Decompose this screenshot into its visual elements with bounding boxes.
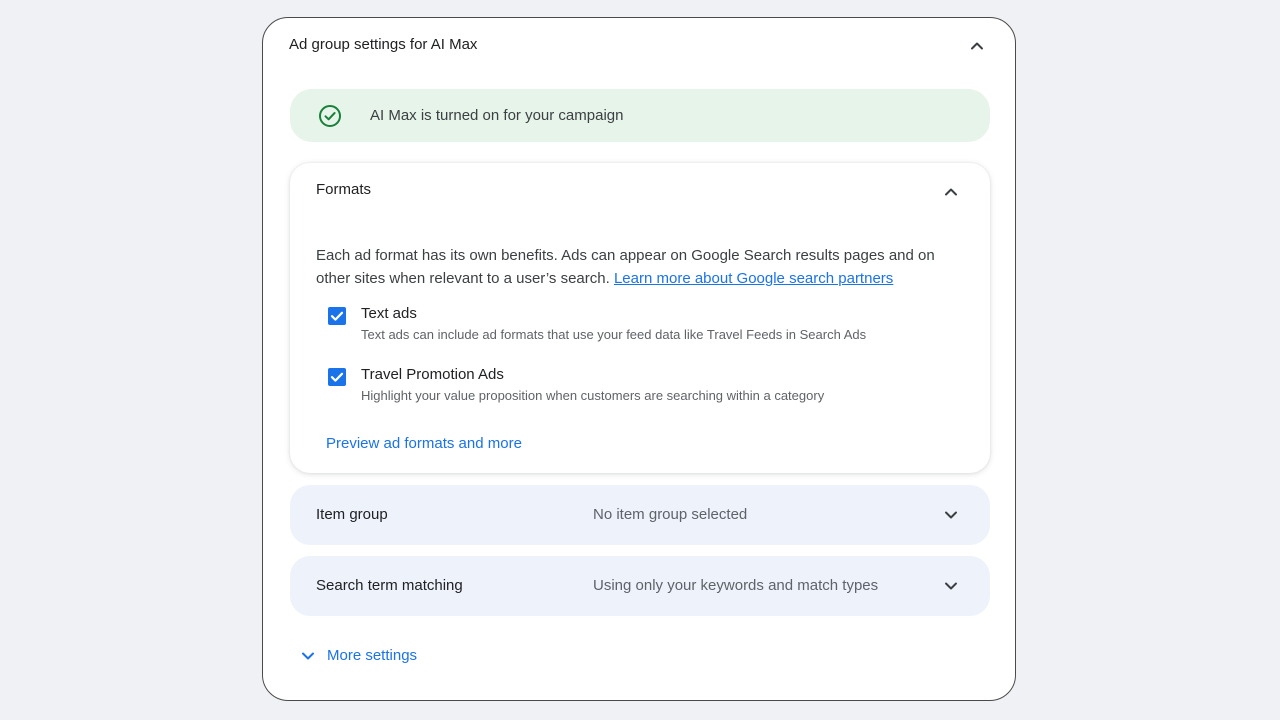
- chevron-down-icon[interactable]: [942, 506, 960, 524]
- formats-description: Each ad format has its own benefits. Ads…: [316, 244, 966, 290]
- formats-title: Formats: [316, 181, 372, 198]
- option-description: Highlight your value proposition when cu…: [361, 388, 825, 403]
- search-term-matching-row[interactable]: Search term matching Using only your key…: [290, 556, 990, 616]
- checkbox-checked[interactable]: [328, 368, 346, 386]
- chevron-up-icon[interactable]: [942, 183, 960, 201]
- row-label: Search term matching: [316, 577, 463, 594]
- row-value: Using only your keywords and match types: [593, 577, 879, 594]
- formats-section: Formats Each ad format has its own benef…: [290, 163, 990, 473]
- ad-group-settings-panel: Ad group settings for AI Max AI Max is t…: [262, 17, 1016, 701]
- chevron-down-icon: [299, 647, 317, 665]
- row-value: No item group selected: [593, 506, 748, 523]
- item-group-row[interactable]: Item group No item group selected: [290, 485, 990, 545]
- preview-ad-formats-link[interactable]: Preview ad formats and more: [326, 435, 522, 452]
- checkbox-checked[interactable]: [328, 307, 346, 325]
- row-label: Item group: [316, 506, 388, 523]
- option-label: Text ads: [361, 305, 417, 322]
- chevron-up-icon[interactable]: [968, 37, 986, 55]
- check-circle-icon: [318, 104, 342, 128]
- chevron-down-icon[interactable]: [942, 577, 960, 595]
- ai-max-status-banner: AI Max is turned on for your campaign: [290, 89, 990, 142]
- banner-text: AI Max is turned on for your campaign: [370, 107, 624, 124]
- more-settings-label: More settings: [327, 647, 418, 664]
- panel-header[interactable]: Ad group settings for AI Max: [263, 18, 1015, 74]
- option-label: Travel Promotion Ads: [361, 366, 504, 383]
- learn-more-link[interactable]: Learn more about Google search partners: [614, 270, 893, 287]
- panel-title: Ad group settings for AI Max: [289, 36, 478, 53]
- option-description: Text ads can include ad formats that use…: [361, 327, 867, 342]
